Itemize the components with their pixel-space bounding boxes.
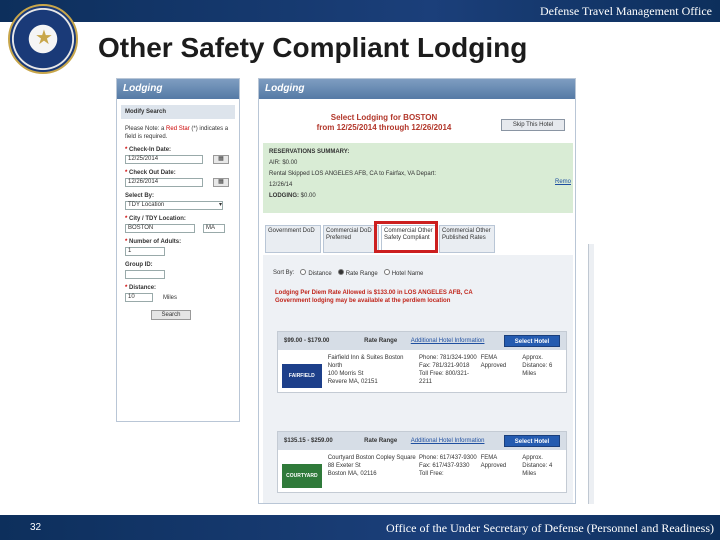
- eagle-icon: ★: [35, 27, 53, 49]
- panel-title: Lodging: [117, 79, 239, 99]
- top-banner: Defense Travel Management Office: [0, 0, 720, 22]
- calendar-icon[interactable]: ▦: [213, 155, 229, 164]
- perdiem-notice: Lodging Per Diem Rate Allowed is $133.00…: [275, 290, 473, 304]
- tab-commercial-other-published-rates[interactable]: Commercial Other Published Rates: [439, 225, 495, 253]
- checkin-date-input[interactable]: 12/25/2014: [125, 155, 203, 164]
- selectby-dropdown[interactable]: TDY Location ▾: [125, 201, 223, 210]
- required-note: Please Note: a Red Star (*) indicates a …: [125, 126, 229, 140]
- group-label: Group ID:: [125, 262, 153, 268]
- checkout-date-input[interactable]: 12/26/2014: [125, 178, 203, 187]
- hotel-address: Fairfield Inn & Suites Boston North 100 …: [327, 355, 404, 385]
- hotel-info-link[interactable]: Additional Hotel Information: [411, 438, 504, 444]
- city-input[interactable]: BOSTON: [125, 224, 195, 233]
- search-button[interactable]: Search: [151, 310, 191, 320]
- tab-government-dod[interactable]: Government DoD: [265, 225, 321, 253]
- hotel-info-link[interactable]: Additional Hotel Information: [411, 338, 504, 344]
- hotel-card: $135.15 - $259.00 Rate Range Additional …: [277, 431, 567, 493]
- results-heading: Select Lodging for BOSTON from 12/25/201…: [316, 113, 452, 132]
- scrollbar[interactable]: [588, 244, 594, 504]
- bottom-banner: 32 Office of the Under Secretary of Defe…: [0, 515, 720, 540]
- tab-commercial-dod-preferred[interactable]: Commercial DoD Preferred: [323, 225, 379, 253]
- rate-type: FEMA Approved: [480, 355, 507, 369]
- miles-label: Miles: [163, 294, 178, 301]
- distance-label: * Distance:: [125, 285, 157, 291]
- fairfield-logo: FAIRFIELD: [282, 364, 322, 388]
- remove-link[interactable]: Remo: [555, 177, 571, 188]
- chevron-down-icon: ▾: [218, 202, 222, 208]
- modify-search-header: Modify Search: [121, 105, 235, 119]
- footer-text: Office of the Under Secretary of Defense…: [386, 521, 714, 535]
- distance-input[interactable]: 10: [125, 293, 153, 302]
- results-area: Sort By: Distance Rate Range Hotel Name …: [263, 255, 573, 503]
- slide-title: Other Safety Compliant Lodging: [98, 32, 528, 63]
- calendar-icon[interactable]: ▦: [213, 178, 229, 187]
- price-range: $99.00 - $179.00: [284, 338, 330, 344]
- hotel-distance: Approx. Distance: 4 Miles: [522, 455, 553, 477]
- panel-title: Lodging: [259, 79, 575, 99]
- sort-distance-radio[interactable]: Distance: [300, 269, 332, 277]
- checkout-label: * Check Out Date:: [125, 170, 176, 176]
- city-label: * City / TDY Location:: [125, 216, 186, 222]
- sort-rate-radio[interactable]: Rate Range: [337, 269, 378, 277]
- highlight-box: [374, 221, 438, 253]
- checkin-label: * Check-In Date:: [125, 147, 172, 153]
- header-org: Defense Travel Management Office: [539, 4, 712, 18]
- hotel-contact: Phone: 617/437-9300 Fax: 617/437-9330 To…: [419, 455, 477, 477]
- hotel-contact: Phone: 781/324-1900 Fax: 781/321-9018 To…: [419, 355, 477, 385]
- select-hotel-button[interactable]: Select Hotel: [503, 435, 560, 447]
- hotel-distance: Approx. Distance: 6 Miles: [522, 355, 553, 377]
- adults-label: * Number of Adults:: [125, 239, 182, 245]
- rate-type: FEMA Approved: [480, 455, 507, 469]
- dod-seal-logo: ★: [8, 4, 78, 74]
- price-range: $135.15 - $259.00: [284, 438, 333, 444]
- modify-search-panel: Lodging Modify Search Please Note: a Red…: [116, 78, 240, 422]
- skip-hotel-button[interactable]: Skip This Hotel: [501, 119, 565, 131]
- sort-options: Sort By: Distance Rate Range Hotel Name: [273, 269, 424, 277]
- state-input[interactable]: MA: [203, 224, 225, 233]
- page-number: 32: [30, 522, 42, 533]
- hotel-card: $99.00 - $179.00 Rate Range Additional H…: [277, 331, 567, 393]
- reservation-summary: RESERVATIONS SUMMARY: AIR: $0.00 Rental …: [263, 143, 573, 213]
- sort-name-radio[interactable]: Hotel Name: [383, 269, 423, 277]
- courtyard-logo: COURTYARD: [282, 464, 322, 488]
- adults-input[interactable]: 1: [125, 247, 165, 256]
- select-hotel-button[interactable]: Select Hotel: [503, 335, 560, 347]
- group-id-input[interactable]: [125, 270, 165, 279]
- lodging-results-panel: Lodging Select Lodging for BOSTON from 1…: [258, 78, 576, 504]
- hotel-address: Courtyard Boston Copley Square 88 Exeter…: [327, 455, 416, 477]
- selectby-label: Select By:: [125, 193, 155, 199]
